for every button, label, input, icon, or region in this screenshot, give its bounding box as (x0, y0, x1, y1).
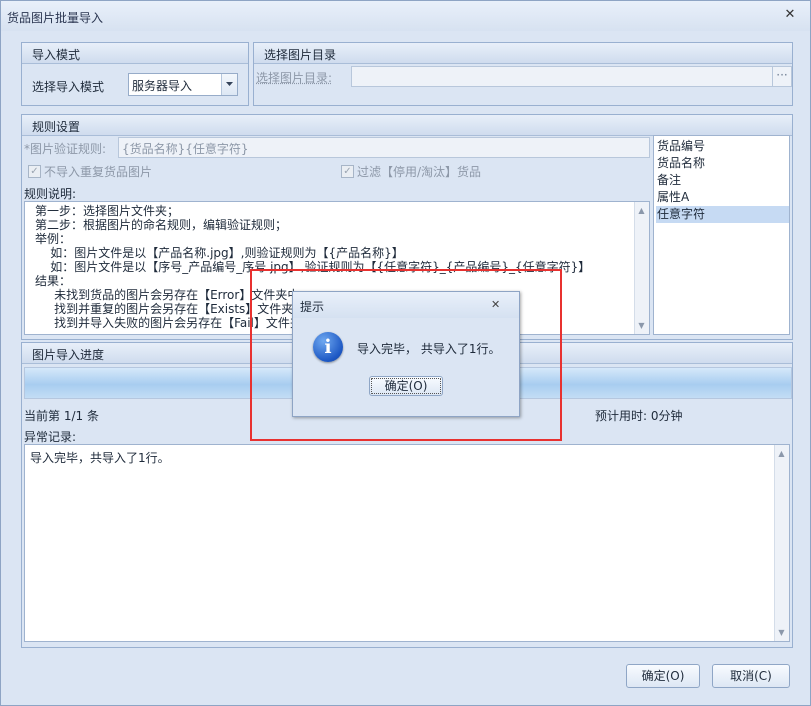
verify-rule-value: {货品名称}{任意字符} (122, 142, 249, 156)
image-dir-title: 选择图片目录 (264, 48, 337, 62)
image-dir-header: 选择图片目录 (254, 43, 792, 64)
import-mode-label: 选择导入模式 (32, 80, 105, 94)
scroll-up-icon[interactable]: ▲ (635, 204, 648, 217)
close-icon[interactable]: ✕ (491, 298, 500, 311)
rule-desc-scrollbar[interactable]: ▲ ▼ (634, 202, 649, 334)
image-dir-label: 选择图片目录: (256, 71, 333, 85)
rule-desc-line: 第一步：选择图片文件夹； (35, 204, 180, 218)
eta-label: 预计用时: 0分钟 (595, 409, 683, 423)
field-list-item[interactable]: 货品编号 (656, 138, 789, 155)
error-log-textarea[interactable]: 导入完毕，共导入了1行。 ▲ ▼ (24, 444, 790, 642)
image-dir-input[interactable] (351, 66, 774, 87)
rules-header: 规则设置 (22, 115, 792, 136)
verify-rule-label: *图片验证规则: (24, 142, 107, 156)
field-list-item[interactable]: 货品名称 (656, 155, 789, 172)
scroll-down-icon[interactable]: ▼ (635, 319, 648, 332)
field-list-item[interactable]: 任意字符 (656, 206, 789, 223)
info-dialog-titlebar: 提示 ✕ (293, 292, 519, 318)
field-listbox[interactable]: 货品编号 货品名称 备注 属性A 任意字符 (653, 135, 790, 335)
rule-desc-line: 举例： (35, 232, 72, 246)
no-duplicate-label: 不导入重复货品图片 (44, 165, 153, 179)
import-mode-title: 导入模式 (32, 48, 81, 62)
browse-button[interactable]: ··· (772, 66, 792, 87)
info-icon-glyph: i (324, 336, 332, 358)
info-dialog: 提示 ✕ i 导入完毕， 共导入了1行。 确定(O) (292, 291, 520, 417)
info-dialog-ok-button[interactable]: 确定(O) (369, 376, 443, 396)
import-mode-dropdown-button[interactable] (221, 74, 237, 95)
info-dialog-title: 提示 (300, 300, 325, 314)
error-log-label: 异常记录: (24, 430, 77, 444)
cancel-button[interactable]: 取消(C) (712, 664, 790, 688)
image-dir-group: 选择图片目录 选择图片目录: ··· (253, 42, 793, 106)
rule-desc-label: 规则说明: (24, 187, 77, 201)
info-dialog-message: 导入完毕， 共导入了1行。 (357, 342, 501, 356)
verify-rule-input[interactable]: {货品名称}{任意字符} (118, 137, 650, 158)
scroll-up-icon[interactable]: ▲ (775, 447, 788, 460)
error-log-text: 导入完毕，共导入了1行。 (30, 451, 170, 465)
filter-disabled-checkbox[interactable]: ✓ (341, 165, 354, 178)
error-log-scrollbar[interactable]: ▲ ▼ (774, 445, 789, 641)
progress-title: 图片导入进度 (32, 348, 105, 362)
import-mode-value: 服务器导入 (132, 79, 193, 93)
import-mode-header: 导入模式 (22, 43, 248, 64)
rule-desc-line: 第二步：根据图片的命名规则，编辑验证规则； (35, 218, 288, 232)
field-list-item[interactable]: 属性A (656, 189, 789, 206)
field-list-item[interactable]: 备注 (656, 172, 789, 189)
filter-disabled-label: 过滤【停用/淘汰】货品 (357, 165, 482, 179)
title-bar: 货品图片批量导入 ✕ (1, 1, 810, 31)
rules-title: 规则设置 (32, 120, 81, 134)
info-icon: i (313, 332, 343, 362)
rule-desc-line: 如：图片文件是以【产品名称.jpg】,则验证规则为【{产品名称}】 (35, 246, 404, 260)
no-duplicate-checkbox[interactable]: ✓ (28, 165, 41, 178)
rule-desc-line: 结果： (35, 274, 72, 288)
close-icon[interactable]: ✕ (783, 8, 797, 22)
import-mode-group: 导入模式 选择导入模式 服务器导入 (21, 42, 249, 106)
ok-button[interactable]: 确定(O) (626, 664, 700, 688)
current-count-label: 当前第 1/1 条 (24, 409, 99, 423)
window-title: 货品图片批量导入 (7, 11, 104, 25)
scroll-down-icon[interactable]: ▼ (775, 626, 788, 639)
import-mode-select[interactable]: 服务器导入 (128, 73, 238, 96)
chevron-down-icon (226, 82, 233, 86)
